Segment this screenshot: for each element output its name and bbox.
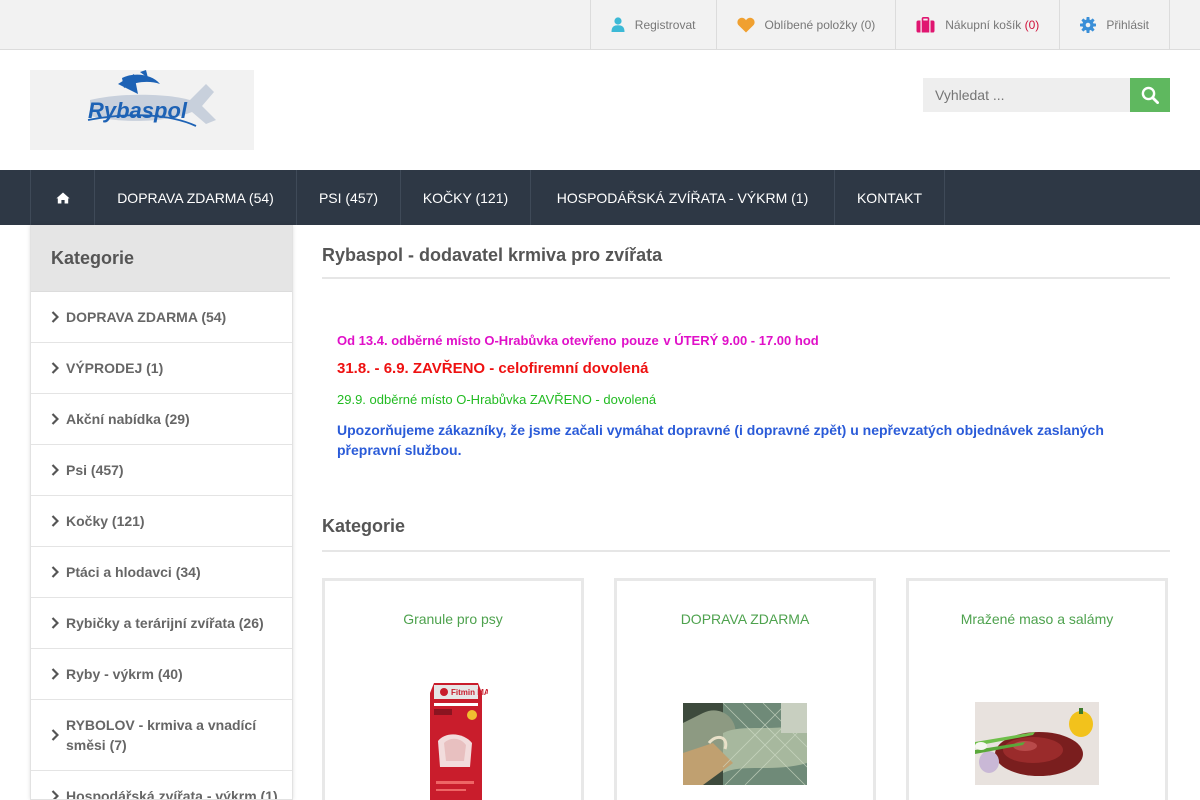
sidebar-item-kocky[interactable]: Kočky (121) (31, 496, 292, 547)
chevron-right-icon (51, 413, 61, 425)
logo[interactable]: Rybaspol (30, 70, 254, 150)
logo-text: Rybaspol (88, 98, 188, 123)
chevron-right-icon (51, 311, 61, 323)
sidebar-item-label: Ptáci a hlodavci (34) (66, 564, 201, 580)
sidebar-item-label: Hospodářská zvířata - výkrm (1) (66, 788, 278, 800)
chevron-right-icon (51, 790, 61, 799)
sidebar-item-ryby-vykrm[interactable]: Ryby - výkrm (40) (31, 649, 292, 700)
nav-item-psi[interactable]: PSI (457) (296, 170, 400, 225)
chevron-right-icon (51, 464, 61, 476)
favorites-link[interactable]: Oblíbené položky (0) (715, 0, 896, 49)
sidebar-item-rybolov[interactable]: RYBOLOV - krmiva a vnadící směsi (7) (31, 700, 292, 771)
notice-part: Od 13.4. odběrné místo O-Hrabůvka otevře… (337, 333, 621, 348)
search-button[interactable] (1130, 78, 1170, 112)
sidebar-item-rybicky[interactable]: Rybičky a terárijní zvířata (26) (31, 598, 292, 649)
nav-home[interactable] (30, 170, 94, 225)
main-nav: DOPRAVA ZDARMA (54) PSI (457) KOČKY (121… (0, 170, 1200, 225)
register-label: Registrovat (634, 17, 696, 32)
sidebar-item-label: Rybičky a terárijní zvířata (26) (66, 615, 264, 631)
cart-count: (0) (1024, 17, 1040, 32)
category-card-mrazene-maso[interactable]: Mražené maso a salámy (906, 578, 1168, 800)
top-links: Registrovat Oblíbené položky (0) Nákupní… (589, 0, 1170, 49)
fishing-net-image (683, 703, 807, 785)
favorites-count: (0) (860, 17, 876, 32)
chevron-right-icon (51, 362, 61, 374)
sidebar-item-label: Psi (457) (66, 462, 124, 478)
cart-link[interactable]: Nákupní košík (0) (895, 0, 1059, 49)
category-card-title: Granule pro psy (403, 611, 503, 627)
sidebar-item-label: VÝPRODEJ (1) (66, 360, 164, 376)
notice-part: v ÚTERÝ 9.00 - 17.00 hod (659, 333, 819, 348)
frozen-meat-image (975, 702, 1099, 785)
category-card-granule[interactable]: Granule pro psy Fitmin MAINTENANCE (322, 578, 584, 800)
category-card-title: Mražené maso a salámy (960, 611, 1114, 627)
search-form (923, 78, 1170, 112)
sidebar-item-label: RYBOLOV - krmiva a vnadící směsi (7) (66, 717, 257, 753)
nav-item-kontakt[interactable]: KONTAKT (834, 170, 945, 225)
gear-icon (1080, 16, 1097, 33)
favorites-label: Oblíbené položky (764, 17, 858, 32)
search-input[interactable] (923, 78, 1130, 112)
login-link[interactable]: Přihlásit (1059, 0, 1170, 49)
sidebar-item-doprava-zdarma[interactable]: DOPRAVA ZDARMA (54) (31, 292, 292, 343)
category-card-doprava-zdarma[interactable]: DOPRAVA ZDARMA (614, 578, 876, 800)
nav-item-doprava-zdarma[interactable]: DOPRAVA ZDARMA (54) (94, 170, 296, 225)
sidebar-item-label: Akční nabídka (29) (66, 411, 190, 427)
sidebar-title: Kategorie (31, 225, 292, 292)
notice-opening-hours: Od 13.4. odběrné místo O-Hrabůvka otevře… (337, 333, 1155, 348)
notice-shipping-warning: Upozorňujeme zákazníky, že jsme začali v… (337, 422, 1104, 458)
sidebar-item-psi[interactable]: Psi (457) (31, 445, 292, 496)
register-link[interactable]: Registrovat (589, 0, 716, 49)
nav-item-hospodarska-zvirata[interactable]: HOSPODÁŘSKÁ ZVÍŘATA - VÝKRM (1) (530, 170, 834, 225)
suitcase-icon (916, 16, 935, 32)
home-icon (55, 192, 70, 203)
category-card-title: DOPRAVA ZDARMA (680, 611, 810, 627)
login-label: Přihlásit (1106, 17, 1149, 32)
fish-logo-icon: Rybaspol (87, 70, 216, 127)
chevron-right-icon (51, 668, 61, 680)
categories-title: Kategorie (322, 516, 1170, 552)
sidebar-item-ptaci-a-hlodavci[interactable]: Ptáci a hlodavci (34) (31, 547, 292, 598)
chevron-right-icon (51, 515, 61, 527)
dog-food-bag-image: Fitmin MAINTENANCE (430, 683, 488, 800)
bag-brand-text: Fitmin MAINTENANCE (451, 688, 488, 697)
chevron-right-icon (51, 729, 61, 741)
sidebar-item-label: DOPRAVA ZDARMA (54) (66, 309, 227, 325)
nav-item-kocky[interactable]: KOČKY (121) (400, 170, 530, 225)
notices: Od 13.4. odběrné místo O-Hrabůvka otevře… (322, 333, 1170, 460)
notice-highlight: pouze (620, 333, 660, 348)
sidebar-item-akcni-nabidka[interactable]: Akční nabídka (29) (31, 394, 292, 445)
category-sidebar: Kategorie DOPRAVA ZDARMA (54) VÝPRODEJ (… (30, 225, 293, 800)
main-content: Rybaspol - dodavatel krmiva pro zvířata … (322, 225, 1170, 800)
sidebar-item-vyprodej[interactable]: VÝPRODEJ (1) (31, 343, 292, 394)
user-icon (611, 17, 625, 32)
sidebar-item-label: Ryby - výkrm (40) (66, 666, 183, 682)
notice-closed-pickup: 29.9. odběrné místo O-Hrabůvka ZAVŘENO -… (337, 392, 657, 407)
page-title: Rybaspol - dodavatel krmiva pro zvířata (322, 245, 1170, 279)
top-bar: Registrovat Oblíbené položky (0) Nákupní… (0, 0, 1200, 50)
sidebar-item-label: Kočky (121) (66, 513, 145, 529)
chevron-right-icon (51, 617, 61, 629)
notice-closed-vacation: 31.8. - 6.9. ZAVŘENO - celofiremní dovol… (337, 360, 649, 377)
heart-icon (736, 17, 755, 32)
chevron-right-icon (51, 566, 61, 578)
search-icon (1141, 86, 1159, 104)
sidebar-item-hospodarska-zvirata[interactable]: Hospodářská zvířata - výkrm (1) (31, 771, 292, 800)
cart-label: Nákupní košík (945, 17, 1022, 32)
